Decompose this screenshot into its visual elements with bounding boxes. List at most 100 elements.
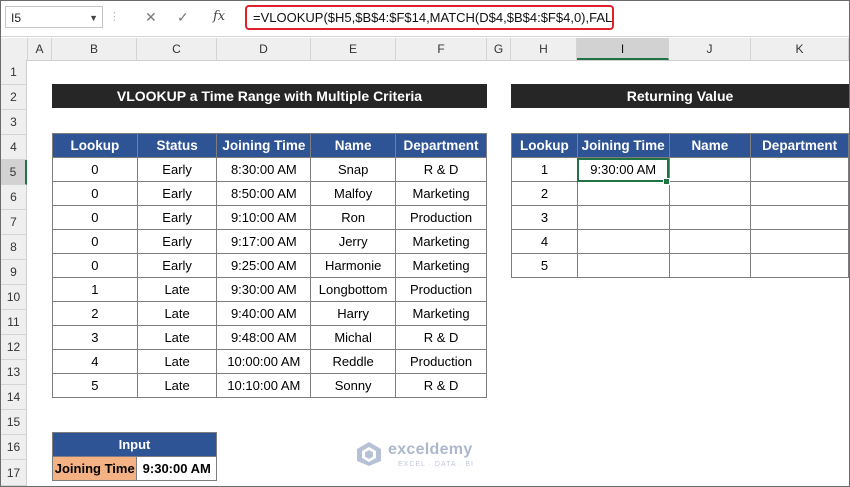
table-cell[interactable] xyxy=(668,157,752,182)
table-cell[interactable]: 0 xyxy=(52,229,138,254)
check-icon[interactable]: ✓ xyxy=(177,6,189,28)
table-cell[interactable] xyxy=(750,181,849,206)
row-header-13[interactable]: 13 xyxy=(1,360,27,385)
table-cell[interactable]: Jerry xyxy=(310,229,397,254)
table-cell[interactable]: Marketing xyxy=(395,253,487,278)
table-cell[interactable]: Michal xyxy=(310,325,397,350)
table-cell[interactable] xyxy=(576,181,670,206)
col-header-e[interactable]: E xyxy=(311,38,396,60)
table-cell[interactable]: Late xyxy=(136,325,218,350)
row-header-15[interactable]: 15 xyxy=(1,410,27,435)
table-cell[interactable] xyxy=(576,229,670,254)
table-cell[interactable]: Harry xyxy=(310,301,397,326)
table-cell[interactable] xyxy=(750,253,849,278)
fill-handle[interactable] xyxy=(663,178,670,185)
table-cell[interactable]: Sonny xyxy=(310,373,397,398)
table-cell[interactable]: Production xyxy=(395,349,487,374)
table-cell[interactable] xyxy=(668,181,752,206)
header-cell[interactable]: Name xyxy=(310,133,397,158)
row-header-8[interactable]: 8 xyxy=(1,235,27,260)
table-cell[interactable]: 8:30:00 AM xyxy=(216,157,312,182)
table-cell[interactable]: 0 xyxy=(52,157,138,182)
table-cell[interactable]: R & D xyxy=(395,157,487,182)
table-cell[interactable] xyxy=(750,229,849,254)
table-cell[interactable]: Marketing xyxy=(395,229,487,254)
table-cell[interactable]: 9:40:00 AM xyxy=(216,301,312,326)
table-cell[interactable]: Longbottom xyxy=(310,277,397,302)
table-cell[interactable] xyxy=(668,205,752,230)
table-cell[interactable]: 3 xyxy=(52,325,138,350)
table-cell[interactable]: Late xyxy=(136,301,218,326)
cancel-icon[interactable]: ✕ xyxy=(145,6,157,28)
active-cell[interactable]: 9:30:00 AM xyxy=(576,157,670,182)
row-header-17[interactable]: 17 xyxy=(1,460,27,486)
table-cell[interactable]: Malfoy xyxy=(310,181,397,206)
table-cell[interactable]: Marketing xyxy=(395,181,487,206)
table-cell[interactable] xyxy=(750,157,849,182)
col-header-d[interactable]: D xyxy=(217,38,311,60)
row-header-10[interactable]: 10 xyxy=(1,285,27,310)
input-title[interactable]: Input xyxy=(52,432,217,457)
col-header-a[interactable]: A xyxy=(28,38,52,60)
table-cell[interactable]: 2 xyxy=(511,181,578,206)
row-header-5[interactable]: 5 xyxy=(1,160,27,185)
table-cell[interactable]: 9:30:00 AM xyxy=(216,277,312,302)
table-cell[interactable]: 0 xyxy=(52,181,138,206)
table-cell[interactable]: 0 xyxy=(52,205,138,230)
header-cell[interactable]: Lookup xyxy=(511,133,578,158)
col-header-k[interactable]: K xyxy=(751,38,849,60)
table-cell[interactable]: Early xyxy=(136,205,218,230)
table-cell[interactable]: Snap xyxy=(310,157,397,182)
title-banner[interactable]: VLOOKUP a Time Range with Multiple Crite… xyxy=(52,84,487,108)
table-cell[interactable]: 9:25:00 AM xyxy=(216,253,312,278)
table-cell[interactable] xyxy=(576,253,670,278)
table-cell[interactable]: Early xyxy=(136,181,218,206)
header-cell[interactable]: Department xyxy=(750,133,849,158)
table-cell[interactable]: 4 xyxy=(511,229,578,254)
col-header-b[interactable]: B xyxy=(52,38,137,60)
table-cell[interactable]: R & D xyxy=(395,373,487,398)
table-cell[interactable]: 1 xyxy=(511,157,578,182)
table-cell[interactable]: 8:50:00 AM xyxy=(216,181,312,206)
table-cell[interactable]: 9:10:00 AM xyxy=(216,205,312,230)
table-cell[interactable]: Early xyxy=(136,157,218,182)
formula-input[interactable]: =VLOOKUP($H5,$B$4:$F$14,MATCH(D$4,$B$4:$… xyxy=(245,5,614,30)
table-cell[interactable] xyxy=(576,205,670,230)
fx-icon[interactable]: fx xyxy=(213,6,225,28)
col-header-i[interactable]: I xyxy=(577,38,669,60)
returning-value-banner[interactable]: Returning Value xyxy=(511,84,849,108)
col-header-g[interactable]: G xyxy=(487,38,511,60)
table-cell[interactable]: Harmonie xyxy=(310,253,397,278)
col-header-c[interactable]: C xyxy=(137,38,217,60)
table-cell[interactable]: R & D xyxy=(395,325,487,350)
table-cell[interactable]: 10:10:00 AM xyxy=(216,373,312,398)
table-cell[interactable]: 9:17:00 AM xyxy=(216,229,312,254)
table-cell[interactable]: Marketing xyxy=(395,301,487,326)
header-cell[interactable]: Status xyxy=(136,133,218,158)
table-cell[interactable]: Late xyxy=(136,373,218,398)
row-header-9[interactable]: 9 xyxy=(1,260,27,285)
table-cell[interactable]: 5 xyxy=(52,373,138,398)
table-cell[interactable]: Late xyxy=(136,277,218,302)
table-cell[interactable]: 5 xyxy=(511,253,578,278)
table-cell[interactable]: Ron xyxy=(310,205,397,230)
select-all-corner[interactable] xyxy=(1,38,28,60)
input-label[interactable]: Joining Time xyxy=(51,456,138,481)
header-cell[interactable]: Joining Time xyxy=(576,133,670,158)
row-header-1[interactable]: 1 xyxy=(1,60,27,85)
row-header-7[interactable]: 7 xyxy=(1,210,27,235)
table-cell[interactable]: 4 xyxy=(52,349,138,374)
table-cell[interactable]: Production xyxy=(395,205,487,230)
table-cell[interactable]: Early xyxy=(136,229,218,254)
table-cell[interactable] xyxy=(750,205,849,230)
input-value[interactable]: 9:30:00 AM xyxy=(136,456,217,481)
table-cell[interactable]: Late xyxy=(136,349,218,374)
header-cell[interactable]: Joining Time xyxy=(216,133,312,158)
row-header-14[interactable]: 14 xyxy=(1,385,27,410)
table-cell[interactable] xyxy=(668,253,752,278)
col-header-h[interactable]: H xyxy=(511,38,577,60)
row-header-2[interactable]: 2 xyxy=(1,85,27,110)
col-header-f[interactable]: F xyxy=(396,38,487,60)
row-header-16[interactable]: 16 xyxy=(1,435,27,460)
row-header-11[interactable]: 11 xyxy=(1,310,27,335)
